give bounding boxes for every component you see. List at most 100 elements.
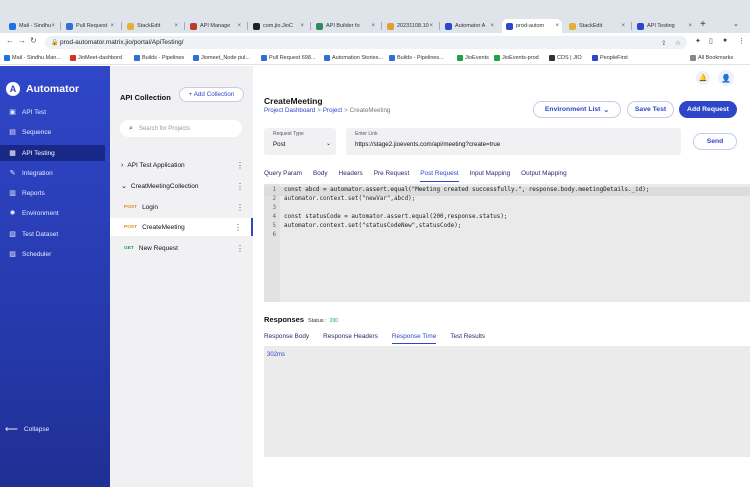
tab-post-request[interactable]: Post Request [420, 170, 459, 182]
forward-icon[interactable]: → [18, 36, 26, 45]
browser-tab[interactable]: 20231108.10 × [383, 19, 436, 33]
browser-tab[interactable]: com.jio.JioC × [249, 19, 307, 33]
collapse-button[interactable]: ⟵ Collapse [5, 424, 49, 435]
add-collection-button[interactable]: + Add Collection [179, 87, 244, 102]
favicon-icon [253, 22, 260, 30]
sidebar-item-api-testing[interactable]: ▦ API Testing [0, 145, 105, 161]
tab-headers[interactable]: Headers [339, 170, 363, 182]
request-url-input[interactable]: Enter Link https://stage2.jioevents.com/… [346, 128, 681, 155]
more-options-icon[interactable]: ⋮ [234, 223, 242, 232]
more-options-icon[interactable]: ⋮ [236, 244, 244, 253]
browser-tab[interactable]: StackEdit × [565, 19, 628, 33]
side-panel-icon[interactable]: ▯ [709, 37, 713, 45]
project-search-input[interactable]: ⌕ Search for Projects [120, 120, 242, 137]
bookmark-item[interactable]: Automation Stories... [324, 55, 383, 61]
bookmark-item[interactable]: Builds - Pipelines [134, 55, 184, 61]
chevron-right-icon[interactable]: › [121, 162, 123, 169]
sidebar-item-test-dataset[interactable]: ▧ Test Dataset [0, 226, 105, 242]
more-options-icon[interactable]: ⋮ [236, 203, 244, 212]
tab-response-time[interactable]: Response Time [391, 333, 437, 344]
close-icon[interactable]: × [51, 23, 55, 29]
favicon-icon [637, 22, 644, 30]
browser-tab[interactable]: API Builder fo × [312, 19, 378, 33]
browser-tab[interactable]: Pull Request × [62, 19, 117, 33]
bookmark-item[interactable]: Mail - Sindhu.Man... [4, 55, 61, 61]
browser-tab[interactable]: API Manage × [186, 19, 244, 33]
brand[interactable]: A Automator [6, 82, 79, 96]
back-icon[interactable]: ← [6, 36, 14, 45]
tab-pre-request[interactable]: Pre Request [374, 170, 410, 182]
browser-tab[interactable]: API Testing × [633, 19, 695, 33]
sidebar-item-integration[interactable]: ✎ Integration [0, 165, 105, 181]
share-icon[interactable]: ⇪ [661, 39, 666, 47]
request-type-select[interactable]: Request Type Post ⌄ [264, 128, 336, 155]
bookmark-star-icon[interactable]: ☆ [675, 39, 681, 47]
save-test-button[interactable]: Save Test [627, 101, 674, 118]
sidebar-item-sequence[interactable]: ▤ Sequence [0, 124, 105, 140]
close-icon[interactable]: × [490, 23, 494, 29]
close-icon[interactable]: × [429, 23, 433, 29]
sidebar-item-api-test[interactable]: ▣ API Test [0, 104, 105, 120]
more-options-icon[interactable]: ⋮ [236, 161, 244, 170]
tab-search-icon[interactable]: ⌄ [733, 20, 739, 28]
bookmark-item[interactable]: Jiomeet_Node pul... [193, 55, 250, 61]
code-editor[interactable]: 1 const abcd = automator.assert.equal("Me… [264, 184, 750, 302]
tab-label: API Builder fo [326, 23, 360, 29]
bookmark-item[interactable]: JioMeet-dashbord [70, 55, 122, 61]
close-icon[interactable]: × [237, 23, 241, 29]
send-button[interactable]: Send [693, 133, 737, 150]
close-icon[interactable]: × [688, 23, 692, 29]
bookmark-item[interactable]: Builds - Pipelines... [389, 55, 444, 61]
tab-query-param[interactable]: Query Param [264, 170, 302, 182]
bell-icon[interactable]: 🔔 [696, 71, 710, 85]
bookmark-item[interactable]: CDS | JIO [549, 55, 582, 61]
profile-icon[interactable]: ● [723, 37, 727, 44]
address-field[interactable]: 🔒 prod-automator.matrix.jio/portal/ApiTe… [45, 36, 687, 49]
tab-output-mapping[interactable]: Output Mapping [521, 170, 566, 182]
more-options-icon[interactable]: ⋮ [236, 182, 244, 191]
tree-item-label: New Request [138, 244, 178, 252]
folder-icon [690, 55, 696, 61]
breadcrumb-current: CreateMeeting [349, 107, 391, 114]
collection-folder[interactable]: ⌄ CreatMeetingCollection ⋮ [110, 177, 253, 195]
collection-folder[interactable]: › API Test Application ⋮ [110, 156, 253, 174]
tab-body[interactable]: Body [313, 170, 328, 182]
sidebar-item-environment[interactable]: ✹ Environment [0, 205, 105, 221]
close-icon[interactable]: × [555, 23, 559, 29]
new-tab-button[interactable]: + [700, 19, 706, 30]
browser-tab[interactable]: Mail - Sindhu × [5, 19, 58, 33]
close-icon[interactable]: × [110, 23, 114, 29]
tab-input-mapping[interactable]: Input Mapping [470, 170, 511, 182]
bookmark-item[interactable]: Pull Request 698... [261, 55, 315, 61]
breadcrumb-project[interactable]: Project [323, 107, 342, 114]
menu-icon[interactable]: ⋮ [738, 37, 745, 45]
all-bookmarks[interactable]: All Bookmarks [690, 55, 733, 61]
chevron-down-icon[interactable]: ⌄ [121, 182, 127, 190]
browser-tab[interactable]: Automator A × [441, 19, 497, 33]
extensions-icon[interactable]: ✦ [695, 37, 701, 45]
close-icon[interactable]: × [621, 23, 625, 29]
user-icon[interactable]: 👤 [718, 70, 734, 86]
sidebar-item-scheduler[interactable]: ▨ Scheduler [0, 246, 105, 262]
breadcrumb-project-dashboard[interactable]: Project Dashboard [264, 107, 315, 114]
tab-response-headers[interactable]: Response Headers [323, 333, 378, 344]
environment-list-dropdown[interactable]: Environment List ⌄ [533, 101, 621, 118]
sidebar-item-reports[interactable]: ▥ Reports [0, 185, 105, 201]
add-request-button[interactable]: Add Request [679, 101, 737, 118]
request-item[interactable]: GET New Request ⋮ [110, 239, 253, 257]
request-item[interactable]: POST Login ⋮ [110, 198, 253, 216]
close-icon[interactable]: × [300, 23, 304, 29]
request-item[interactable]: POST CreateMeeting ⋮ [110, 218, 253, 236]
app-sidebar: A Automator ▣ API Test ▤ Sequence ▦ API Testi… [0, 66, 110, 487]
bookmark-item[interactable]: JioEvents [457, 55, 489, 61]
reload-icon[interactable]: ↻ [30, 36, 37, 45]
tab-test-results[interactable]: Test Results [450, 333, 485, 344]
bookmark-item[interactable]: JioEvents-prod [494, 55, 539, 61]
browser-tab[interactable]: StackEdit × [123, 19, 181, 33]
bookmark-item[interactable]: PeopleFirst [592, 55, 628, 61]
browser-tab[interactable]: prod-autom × [502, 19, 562, 33]
close-icon[interactable]: × [371, 23, 375, 29]
close-icon[interactable]: × [174, 23, 178, 29]
tab-separator [631, 22, 632, 30]
tab-response-body[interactable]: Response Body [264, 333, 309, 344]
